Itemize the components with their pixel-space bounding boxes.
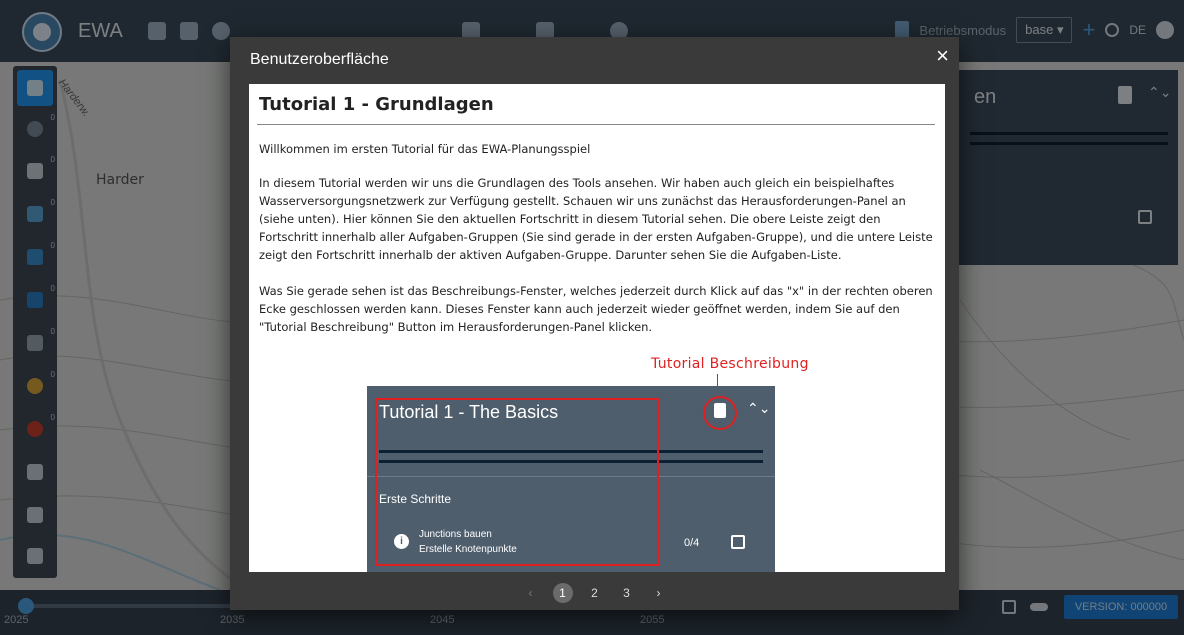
page-button-2[interactable]: 2 — [585, 583, 605, 603]
task-count: 0/4 — [684, 537, 700, 549]
page-button-3[interactable]: 3 — [617, 583, 637, 603]
close-button[interactable]: × — [936, 43, 949, 69]
collapse-icon: ⌃⌄ — [747, 400, 771, 416]
body-paragraph: Was Sie gerade sehen ist das Beschreibun… — [259, 284, 933, 334]
annotation-circle — [703, 396, 737, 430]
annotation-label: Tutorial Beschreibung — [651, 356, 809, 372]
tutorial-heading: Tutorial 1 - Grundlagen — [259, 94, 494, 115]
page-button-1[interactable]: 1 — [552, 583, 573, 603]
task-checkbox — [731, 535, 745, 549]
heading-divider — [257, 124, 935, 125]
annotation-box — [375, 398, 659, 566]
previous-page-button[interactable]: ‹ — [521, 583, 541, 603]
tutorial-dialog: Benutzeroberfläche × Tutorial 1 - Grundl… — [230, 37, 959, 610]
challenge-panel-screenshot: Tutorial 1 - The Basics ⌃⌄ Erste Schritt… — [367, 386, 775, 572]
dialog-title: Benutzeroberfläche — [250, 51, 389, 68]
intro-paragraph: Willkommen im ersten Tutorial für das EW… — [259, 142, 591, 156]
dialog-content[interactable]: Tutorial 1 - Grundlagen Willkommen im er… — [249, 84, 945, 572]
body-paragraph: In diesem Tutorial werden wir uns die Gr… — [259, 176, 933, 262]
next-page-button[interactable]: › — [649, 583, 669, 603]
pagination: ‹ 1 2 3 › — [230, 582, 959, 604]
